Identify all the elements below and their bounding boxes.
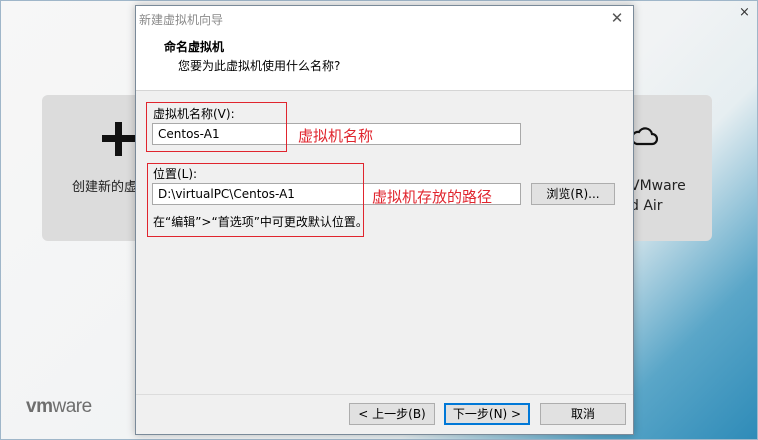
- browse-button[interactable]: 浏览(R)...: [531, 183, 615, 205]
- wizard-step-title: 命名虚拟机: [164, 40, 225, 54]
- cloud-icon: [630, 127, 658, 146]
- connect-cloud-card[interactable]: [626, 95, 712, 241]
- cloud-label-line1: VMware: [630, 178, 686, 194]
- close-icon[interactable]: ✕: [606, 9, 628, 27]
- location-label: 位置(L):: [153, 167, 198, 181]
- vm-name-label: 虚拟机名称(V):: [153, 107, 235, 121]
- location-hint: 在“编辑”>“首选项”中可更改默认位置。: [153, 215, 368, 229]
- create-new-vm-label: 创建新的虚: [72, 180, 138, 195]
- vm-name-annotation: 虚拟机名称: [298, 127, 374, 145]
- wizard-header: 命名虚拟机 您要为此虚拟机使用什么名称?: [136, 30, 633, 91]
- dialog-titlebar: 新建虚拟机向导 ✕: [136, 6, 633, 30]
- plus-icon: [102, 122, 136, 156]
- next-button[interactable]: 下一步(N) >: [444, 403, 530, 425]
- cancel-button[interactable]: 取消: [540, 403, 626, 425]
- dialog-title: 新建虚拟机向导: [139, 13, 224, 27]
- main-window-close-icon[interactable]: ×: [739, 5, 750, 20]
- connect-cloud-label: VMware d Air: [630, 176, 686, 216]
- wizard-step-subtitle: 您要为此虚拟机使用什么名称?: [178, 59, 341, 73]
- location-annotation: 虚拟机存放的路径: [372, 188, 493, 206]
- back-button[interactable]: < 上一步(B): [349, 403, 435, 425]
- new-vm-wizard-dialog: 新建虚拟机向导 ✕ 命名虚拟机 您要为此虚拟机使用什么名称? 虚拟机名称(V):…: [135, 5, 634, 435]
- footer-separator: [136, 394, 633, 395]
- cloud-label-line2: d Air: [630, 198, 663, 214]
- vmware-logo: vmware: [26, 396, 92, 417]
